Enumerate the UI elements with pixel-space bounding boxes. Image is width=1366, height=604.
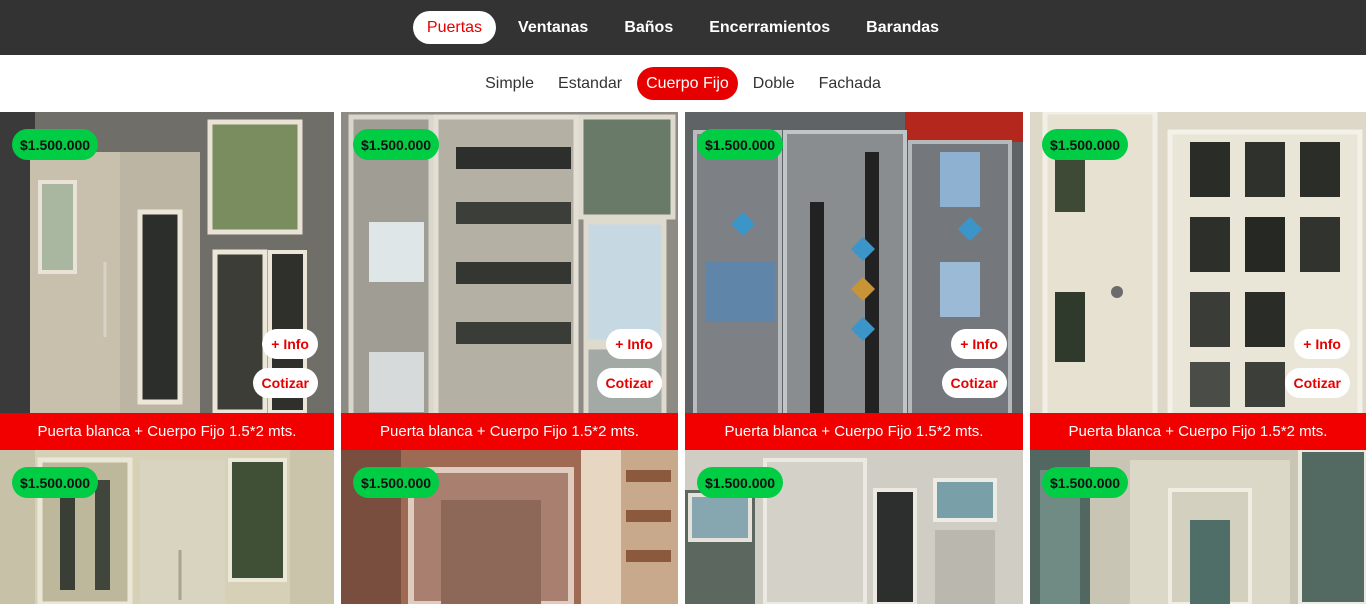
quote-button[interactable]: Cotizar: [1284, 368, 1350, 398]
price-badge: $1.500.000: [353, 467, 440, 498]
product-title[interactable]: Puerta blanca + Cuerpo Fijo 1.5*2 mts.: [685, 413, 1023, 450]
price-badge: $1.500.000: [1042, 129, 1129, 160]
product-card: $1.500.000: [341, 450, 678, 604]
product-grid: $1.500.000 + Info Cotizar Puerta blanca …: [0, 112, 1366, 604]
product-card: $1.500.000 + Info Cotizar Puerta blanca …: [685, 112, 1023, 450]
price-badge: $1.500.000: [353, 129, 440, 160]
more-info-button[interactable]: + Info: [262, 329, 318, 359]
price-badge: $1.500.000: [12, 467, 99, 498]
price-badge: $1.500.000: [697, 467, 784, 498]
product-card: $1.500.000 + Info Cotizar Puerta blanca …: [1030, 112, 1366, 450]
subnav-item-estandar[interactable]: Estandar: [549, 67, 631, 100]
product-title[interactable]: Puerta blanca + Cuerpo Fijo 1.5*2 mts.: [341, 413, 678, 450]
more-info-button[interactable]: + Info: [951, 329, 1007, 359]
product-card: $1.500.000 + Info Cotizar Puerta blanca …: [0, 112, 334, 450]
nav-item-ventanas[interactable]: Ventanas: [504, 11, 602, 44]
nav-item-banos[interactable]: Baños: [610, 11, 687, 44]
product-card: $1.500.000: [685, 450, 1023, 604]
more-info-button[interactable]: + Info: [606, 329, 662, 359]
product-image[interactable]: [1030, 112, 1366, 450]
nav-item-barandas[interactable]: Barandas: [852, 11, 953, 44]
product-card: $1.500.000 + Info Cotizar Puerta blanca …: [341, 112, 678, 450]
price-badge: $1.500.000: [12, 129, 99, 160]
nav-item-encerramientos[interactable]: Encerramientos: [695, 11, 844, 44]
quote-button[interactable]: Cotizar: [252, 368, 318, 398]
product-image[interactable]: [685, 112, 1023, 450]
product-image[interactable]: [0, 112, 334, 450]
product-card: $1.500.000: [1030, 450, 1366, 604]
price-badge: $1.500.000: [1042, 467, 1129, 498]
price-badge: $1.500.000: [697, 129, 784, 160]
category-nav: Puertas Ventanas Baños Encerramientos Ba…: [0, 0, 1366, 55]
nav-item-puertas[interactable]: Puertas: [412, 11, 497, 44]
product-image[interactable]: [341, 112, 678, 450]
product-card: $1.500.000: [0, 450, 334, 604]
subnav-item-doble[interactable]: Doble: [744, 67, 804, 100]
quote-button[interactable]: Cotizar: [941, 368, 1007, 398]
subcategory-nav: Simple Estandar Cuerpo Fijo Doble Fachad…: [0, 55, 1366, 112]
subnav-item-simple[interactable]: Simple: [476, 67, 543, 100]
quote-button[interactable]: Cotizar: [596, 368, 662, 398]
subnav-item-cuerpo-fijo[interactable]: Cuerpo Fijo: [637, 67, 738, 100]
more-info-button[interactable]: + Info: [1294, 329, 1350, 359]
subnav-item-fachada[interactable]: Fachada: [810, 67, 890, 100]
product-title[interactable]: Puerta blanca + Cuerpo Fijo 1.5*2 mts.: [0, 413, 334, 450]
product-title[interactable]: Puerta blanca + Cuerpo Fijo 1.5*2 mts.: [1030, 413, 1366, 450]
